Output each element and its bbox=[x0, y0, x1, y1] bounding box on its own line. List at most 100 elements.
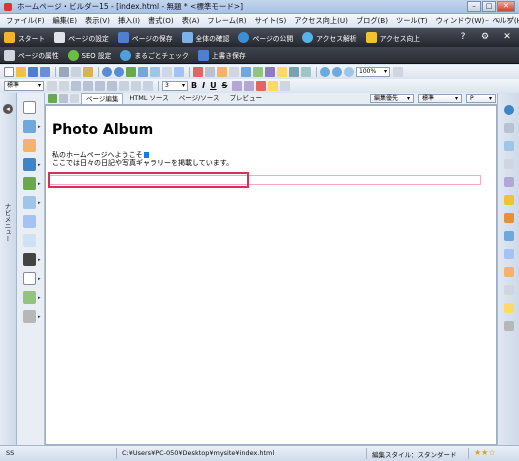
mobile-icon[interactable] bbox=[23, 253, 36, 266]
underline-button[interactable]: U bbox=[210, 81, 217, 90]
menu-format[interactable]: 書式(O) bbox=[148, 16, 174, 26]
menu-window[interactable]: ウィンドウ(W) bbox=[436, 16, 485, 26]
redo-icon[interactable] bbox=[114, 66, 124, 77]
menu-access[interactable]: アクセス向上(U) bbox=[294, 16, 348, 26]
outdent-icon[interactable] bbox=[107, 80, 117, 91]
close-button[interactable]: ✕ bbox=[497, 1, 515, 12]
form-part-icon[interactable] bbox=[23, 291, 36, 304]
tag-icon[interactable] bbox=[504, 159, 514, 169]
menu-table[interactable]: 表(A) bbox=[182, 16, 200, 26]
help-icon[interactable]: ? bbox=[457, 31, 469, 43]
calendar-icon[interactable] bbox=[289, 66, 299, 77]
link-panel-icon[interactable] bbox=[504, 231, 514, 241]
access-improve-button[interactable]: アクセス向上 bbox=[365, 32, 420, 43]
tab-preview[interactable]: プレビュー bbox=[225, 93, 266, 104]
menu-file[interactable]: ファイル(F) bbox=[6, 16, 45, 26]
numbered-list-icon[interactable] bbox=[83, 80, 93, 91]
chevron-right-icon[interactable]: ▸ bbox=[38, 295, 42, 301]
list-part-icon[interactable] bbox=[23, 234, 36, 247]
menu-view[interactable]: 表示(V) bbox=[85, 16, 110, 26]
paste-icon[interactable] bbox=[83, 66, 93, 77]
paragraph-icon[interactable] bbox=[59, 80, 69, 91]
chevron-right-icon[interactable]: ▸ bbox=[38, 124, 42, 130]
menu-site[interactable]: サイト(S) bbox=[255, 16, 287, 26]
save-icon[interactable] bbox=[28, 66, 38, 77]
zoom-in-icon[interactable] bbox=[320, 66, 330, 77]
page-settings-button[interactable]: ページの設定 bbox=[54, 32, 109, 43]
page-publish-button[interactable]: ページの公開 bbox=[238, 32, 293, 43]
minimize-button[interactable]: – bbox=[467, 1, 481, 12]
doc-restore-button[interactable]: ▫ bbox=[494, 16, 502, 25]
chevron-right-icon[interactable]: ▸ bbox=[38, 200, 42, 206]
text-icon[interactable] bbox=[23, 101, 36, 114]
pencil-icon[interactable] bbox=[23, 139, 36, 152]
font-shrink-icon[interactable] bbox=[244, 80, 255, 91]
tab-page-source[interactable]: ページ/ソース bbox=[175, 93, 224, 104]
color-icon[interactable] bbox=[193, 66, 203, 77]
link-icon[interactable] bbox=[138, 66, 148, 77]
copy-icon[interactable] bbox=[71, 66, 81, 77]
full-check-button[interactable]: 全体の確認 bbox=[181, 32, 229, 43]
pen-tool-icon[interactable] bbox=[48, 94, 57, 103]
page-info-icon[interactable] bbox=[504, 123, 514, 133]
tab-html-source[interactable]: HTML ソース bbox=[125, 93, 172, 104]
tag-select[interactable]: P ▾ bbox=[466, 94, 496, 103]
gallery-icon[interactable] bbox=[277, 66, 287, 77]
shapes-icon[interactable] bbox=[23, 120, 36, 133]
description-line[interactable]: ここでは日々の日記や写真ギャラリーを掲載しています。 bbox=[52, 158, 233, 168]
zoom-select[interactable]: 100% ▾ bbox=[356, 66, 390, 77]
table-icon[interactable] bbox=[150, 66, 160, 77]
standard-select[interactable]: 標準 ▾ bbox=[418, 94, 462, 103]
border-icon[interactable] bbox=[205, 66, 215, 77]
menu-blog[interactable]: ブログ(B) bbox=[356, 16, 388, 26]
navi-toggle-icon[interactable]: ◂ bbox=[3, 104, 13, 114]
indent-icon[interactable] bbox=[95, 80, 105, 91]
chevron-right-icon[interactable]: ▸ bbox=[38, 181, 42, 187]
doc-close-button[interactable]: × bbox=[505, 16, 513, 25]
chevron-right-icon[interactable]: ▸ bbox=[38, 257, 42, 263]
picture-icon[interactable] bbox=[23, 158, 36, 171]
plugin-icon[interactable] bbox=[23, 310, 36, 323]
folder-icon[interactable] bbox=[504, 195, 514, 205]
font-grow-icon[interactable] bbox=[232, 80, 243, 91]
grid-icon[interactable] bbox=[393, 66, 403, 77]
chevron-right-icon[interactable]: ▸ bbox=[38, 276, 42, 282]
close-quickbar-icon[interactable]: ✕ bbox=[501, 31, 513, 43]
edit-priority-select[interactable]: 編集優先 ▾ bbox=[370, 94, 414, 103]
open-folder-icon[interactable] bbox=[16, 66, 26, 77]
menu-tools[interactable]: ツール(T) bbox=[396, 16, 428, 26]
page-save-button[interactable]: ページの保存 bbox=[117, 32, 173, 43]
seo-panel-icon[interactable] bbox=[504, 285, 514, 295]
align-left-icon[interactable] bbox=[119, 80, 129, 91]
access-analysis-button[interactable]: アクセス解析 bbox=[302, 32, 357, 43]
font-color-icon[interactable] bbox=[256, 80, 267, 91]
doc-minimize-button[interactable]: – bbox=[483, 16, 491, 25]
tab-page-edit[interactable]: ページ編集 bbox=[81, 93, 124, 104]
button-part-icon[interactable] bbox=[23, 196, 36, 209]
layers-icon[interactable] bbox=[504, 249, 514, 259]
style-select[interactable]: 標準 ▾ bbox=[4, 80, 44, 91]
split-icon[interactable] bbox=[70, 94, 79, 103]
editor-canvas[interactable]: Photo Album 私のホームページへようこそ ここでは日々の日記や写真ギャ… bbox=[45, 105, 497, 445]
cut-icon[interactable] bbox=[59, 66, 69, 77]
menu-edit[interactable]: 編集(E) bbox=[53, 16, 78, 26]
settings-panel-icon[interactable] bbox=[504, 321, 514, 331]
clear-format-icon[interactable] bbox=[280, 80, 291, 91]
photo-icon[interactable] bbox=[253, 66, 263, 77]
overwrite-save-button[interactable]: 上書き保存 bbox=[197, 49, 246, 61]
menu-frame[interactable]: フレーム(R) bbox=[207, 16, 246, 26]
chevron-right-icon[interactable]: ▸ bbox=[38, 314, 42, 320]
document-icon[interactable] bbox=[23, 272, 36, 285]
heading-icon[interactable] bbox=[47, 80, 57, 91]
frame-icon[interactable] bbox=[241, 66, 251, 77]
maximize-button[interactable]: □ bbox=[482, 1, 496, 12]
page-heading[interactable]: Photo Album bbox=[52, 122, 153, 138]
image-icon[interactable] bbox=[126, 66, 136, 77]
settings-icon[interactable]: ⚙ bbox=[479, 31, 491, 43]
highlight-icon[interactable] bbox=[268, 80, 279, 91]
align-right-icon[interactable] bbox=[143, 80, 153, 91]
rule-icon[interactable] bbox=[229, 66, 239, 77]
table-part-icon[interactable] bbox=[23, 215, 36, 228]
sitemap-icon[interactable] bbox=[301, 66, 311, 77]
color-panel-icon[interactable] bbox=[504, 267, 514, 277]
